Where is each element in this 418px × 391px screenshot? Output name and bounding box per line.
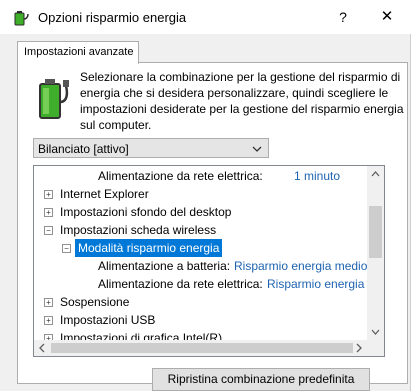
scroll-left-icon[interactable] xyxy=(34,340,51,356)
power-plan-select[interactable]: Bilanciato [attivo] xyxy=(33,138,269,158)
tree-row-value[interactable]: Risparmio energia medio xyxy=(234,257,367,275)
expand-icon[interactable]: + xyxy=(44,316,53,325)
background-window-edge xyxy=(410,34,418,391)
tree-row-label: Modalità risparmio energia xyxy=(75,239,223,257)
tab-advanced-settings[interactable]: Impostazioni avanzate xyxy=(17,41,139,64)
horizontal-scroll-thumb[interactable] xyxy=(51,343,353,353)
scrollbar-corner xyxy=(367,340,384,356)
help-button[interactable]: ? xyxy=(335,6,351,28)
tree-row-value[interactable]: Risparmio energia m xyxy=(267,275,378,293)
tree-row-label: Alimentazione a batteria: xyxy=(98,259,231,273)
chevron-down-icon xyxy=(252,146,262,152)
vertical-scrollbar[interactable] xyxy=(367,166,384,340)
scroll-up-icon[interactable] xyxy=(367,166,384,183)
tree-row-label: Impostazioni sfondo del desktop xyxy=(60,205,232,219)
tree-row-label: Internet Explorer xyxy=(60,187,149,201)
title-bar: Opzioni risparmio energia ? ✕ xyxy=(0,0,418,34)
scroll-right-icon[interactable] xyxy=(350,340,367,356)
tree-row-label: Sospensione xyxy=(60,295,130,309)
tree-row-value[interactable]: 1 minuto xyxy=(294,167,340,185)
expand-icon[interactable]: + xyxy=(44,208,53,217)
tree-row-label: Impostazioni USB xyxy=(60,313,156,327)
settings-tree[interactable]: Alimentazione da rete elettrica: 1 minut… xyxy=(33,165,385,357)
power-plan-value: Bilanciato [attivo] xyxy=(38,142,129,156)
scroll-down-icon[interactable] xyxy=(367,323,384,340)
battery-icon xyxy=(39,79,69,119)
power-options-icon xyxy=(14,11,29,26)
tab-label: Impostazioni avanzate xyxy=(24,46,134,58)
horizontal-scrollbar[interactable] xyxy=(34,340,367,356)
tree-row-label: Impostazioni scheda wireless xyxy=(60,223,217,237)
description-text: Selezionare la combinazione per la gesti… xyxy=(80,70,404,132)
close-button[interactable]: ✕ xyxy=(377,6,397,28)
collapse-icon[interactable]: − xyxy=(62,244,71,253)
expand-icon[interactable]: + xyxy=(44,298,53,307)
window-title: Opzioni risparmio energia xyxy=(38,10,187,25)
tree-row-label: Alimentazione da rete elettrica: xyxy=(98,169,263,183)
tree-row-label: Alimentazione da rete elettrica: xyxy=(98,277,263,291)
vertical-scroll-thumb[interactable] xyxy=(369,206,382,258)
expand-icon[interactable]: + xyxy=(44,190,53,199)
collapse-icon[interactable]: − xyxy=(44,226,53,235)
restore-defaults-button[interactable]: Ripristina combinazione predefinita xyxy=(152,368,370,391)
